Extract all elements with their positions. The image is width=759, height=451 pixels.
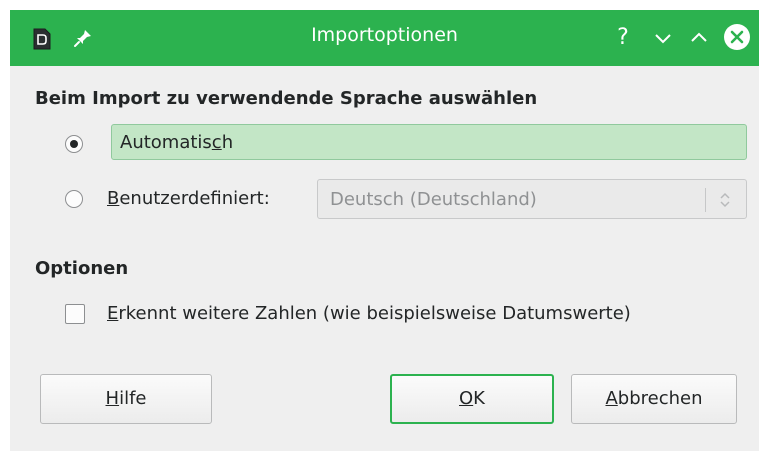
language-combobox[interactable]: Deutsch (Deutschland) (317, 179, 747, 219)
import-options-dialog: Importoptionen ? Beim Import zu verwende… (10, 10, 759, 451)
automatic-label: Automatisch (120, 132, 234, 153)
chevron-up-icon[interactable] (686, 25, 712, 51)
cancel-button[interactable]: Abbrechen (571, 374, 737, 424)
updown-arrows-icon (720, 192, 730, 208)
chevron-down-icon[interactable] (650, 25, 676, 51)
ok-button[interactable]: OK (390, 374, 554, 424)
close-icon[interactable] (723, 23, 751, 51)
automatic-option-highlight[interactable]: Automatisch (111, 124, 747, 160)
detect-numbers-checkbox[interactable] (65, 304, 85, 324)
title-bar[interactable]: Importoptionen ? (10, 10, 759, 66)
automatic-radio[interactable] (65, 135, 83, 153)
custom-label[interactable]: Benutzerdefiniert: (107, 188, 270, 209)
help-button[interactable]: Hilfe (40, 374, 212, 424)
custom-radio[interactable] (65, 190, 83, 208)
help-title-button[interactable]: ? (610, 25, 636, 51)
combobox-divider (705, 188, 706, 212)
language-section-heading: Beim Import zu verwendende Sprache auswä… (35, 88, 538, 109)
language-combobox-value: Deutsch (Deutschland) (330, 189, 537, 210)
window-title: Importoptionen (311, 24, 458, 46)
options-section-heading: Optionen (35, 258, 129, 279)
detect-numbers-label[interactable]: Erkennt weitere Zahlen (wie beispielswei… (107, 303, 631, 324)
